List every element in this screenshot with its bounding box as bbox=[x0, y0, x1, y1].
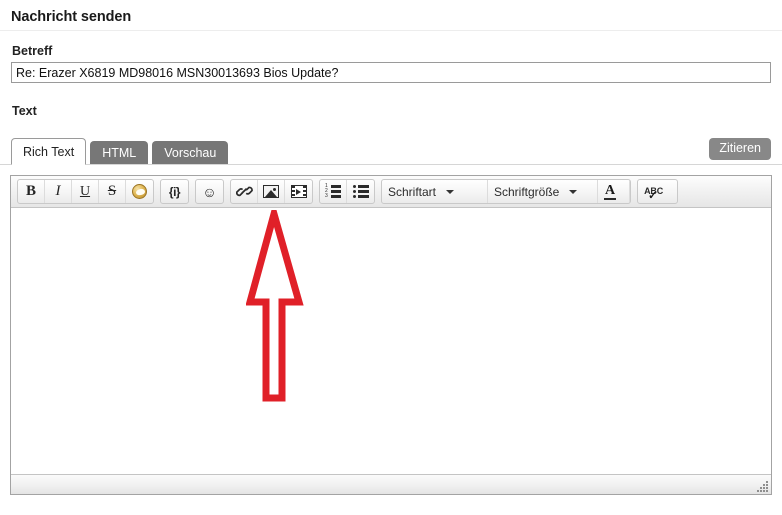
tab-html-label: HTML bbox=[102, 145, 137, 160]
bulleted-list-button[interactable] bbox=[347, 180, 374, 203]
toolbar-group-formatting: B I U S bbox=[17, 179, 154, 204]
highlight-button[interactable] bbox=[126, 180, 153, 203]
tab-rich-text[interactable]: Rich Text bbox=[11, 138, 87, 165]
editor-content-area[interactable] bbox=[11, 208, 771, 474]
tab-vorschau[interactable]: Vorschau bbox=[152, 141, 229, 164]
font-color-icon: A bbox=[604, 182, 617, 200]
insert-link-button[interactable] bbox=[231, 180, 258, 203]
underline-icon: U bbox=[79, 183, 91, 199]
toolbar-group-smiley: ☺ bbox=[195, 179, 224, 204]
font-name-label: Schriftart bbox=[388, 184, 437, 199]
smiley-button[interactable]: ☺ bbox=[196, 180, 223, 203]
numbered-list-icon: 1 2 3 bbox=[325, 184, 341, 199]
insert-video-button[interactable] bbox=[285, 180, 312, 203]
strikethrough-icon: S bbox=[107, 183, 117, 199]
toolbar-group-spellcheck: ABC ✓ bbox=[637, 179, 679, 204]
editor-toolbar: B I U S {i} ☺ 1 2 3 Schriftart Schriftgr… bbox=[11, 176, 771, 208]
font-name-select[interactable]: Schriftart bbox=[382, 180, 488, 203]
check-mark-icon: ✓ bbox=[648, 190, 658, 202]
bold-button[interactable]: B bbox=[18, 180, 45, 203]
chevron-down-icon bbox=[569, 189, 578, 194]
subject-input[interactable] bbox=[11, 62, 771, 83]
resize-grip-icon[interactable] bbox=[757, 481, 768, 492]
link-icon bbox=[235, 186, 253, 197]
tabs-underline bbox=[0, 164, 782, 165]
editor-tabs: Rich Text HTML Vorschau bbox=[11, 138, 229, 165]
tab-rich-text-label: Rich Text bbox=[23, 144, 75, 159]
bbcode-button[interactable]: {i} bbox=[161, 180, 188, 203]
italic-icon: I bbox=[55, 183, 61, 199]
subject-label: Betreff bbox=[12, 44, 53, 58]
highlight-bucket-icon bbox=[132, 184, 147, 199]
tab-vorschau-label: Vorschau bbox=[164, 145, 217, 160]
insert-image-button[interactable] bbox=[258, 180, 285, 203]
text-label: Text bbox=[12, 104, 37, 118]
title-divider bbox=[0, 30, 782, 31]
underline-button[interactable]: U bbox=[72, 180, 99, 203]
font-size-label: Schriftgröße bbox=[494, 184, 560, 199]
rich-text-editor: B I U S {i} ☺ 1 2 3 Schriftart Schriftgr… bbox=[10, 175, 772, 495]
image-icon bbox=[263, 185, 279, 198]
bold-icon: B bbox=[25, 183, 36, 199]
bulleted-list-icon bbox=[352, 185, 369, 198]
tab-html[interactable]: HTML bbox=[90, 141, 149, 164]
quote-button[interactable]: Zitieren bbox=[709, 138, 771, 160]
spellcheck-icon: ABC ✓ bbox=[644, 187, 663, 202]
numbered-list-button[interactable]: 1 2 3 bbox=[320, 180, 347, 203]
chevron-down-icon bbox=[446, 189, 455, 194]
strikethrough-button[interactable]: S bbox=[99, 180, 126, 203]
font-color-button[interactable]: A bbox=[598, 180, 631, 203]
message-compose-page: Nachricht senden Betreff Text Rich Text … bbox=[0, 0, 782, 515]
toolbar-group-font: Schriftart Schriftgröße A bbox=[381, 179, 632, 204]
font-size-select[interactable]: Schriftgröße bbox=[488, 180, 598, 203]
toolbar-group-lists: 1 2 3 bbox=[319, 179, 375, 204]
video-icon bbox=[290, 185, 307, 198]
spellcheck-button[interactable]: ABC ✓ bbox=[638, 180, 677, 203]
toolbar-group-insert bbox=[230, 179, 313, 204]
toolbar-group-code: {i} bbox=[160, 179, 189, 204]
page-title: Nachricht senden bbox=[11, 9, 132, 25]
editor-status-bar bbox=[11, 474, 771, 494]
smiley-icon: ☺ bbox=[202, 183, 217, 200]
italic-button[interactable]: I bbox=[45, 180, 72, 203]
bbcode-icon: {i} bbox=[168, 184, 181, 199]
